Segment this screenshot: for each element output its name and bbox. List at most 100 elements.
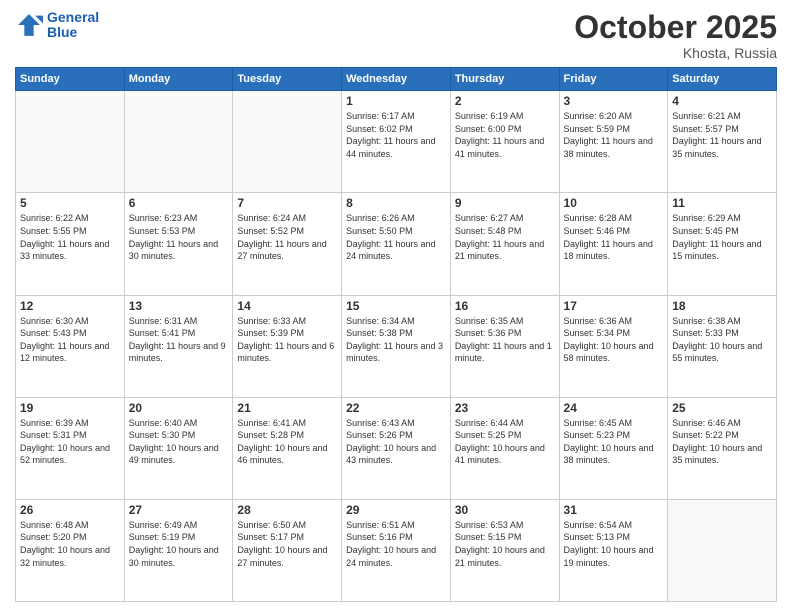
calendar-table: SundayMondayTuesdayWednesdayThursdayFrid… [15, 67, 777, 602]
calendar-day-cell: 18Sunrise: 6:38 AM Sunset: 5:33 PM Dayli… [668, 295, 777, 397]
day-number: 22 [346, 401, 446, 415]
weekday-header: Saturday [668, 68, 777, 91]
day-info: Sunrise: 6:35 AM Sunset: 5:36 PM Dayligh… [455, 315, 555, 365]
logo-line1: General [47, 9, 99, 25]
day-number: 30 [455, 503, 555, 517]
calendar-day-cell: 27 Sunrise: 6:49 AM Sunset: 5:19 PM Dayli… [124, 499, 233, 601]
calendar-day-cell: 15Sunrise: 6:34 AM Sunset: 5:38 PM Dayli… [342, 295, 451, 397]
day-number: 26 [20, 503, 120, 517]
calendar-day-cell [233, 91, 342, 193]
day-info: Sunrise: 6:27 AM Sunset: 5:48 PM Dayligh… [455, 212, 555, 262]
calendar-day-cell: 13Sunrise: 6:31 AM Sunset: 5:41 PM Dayli… [124, 295, 233, 397]
calendar-day-cell: 24Sunrise: 6:45 AM Sunset: 5:23 PM Dayli… [559, 397, 668, 499]
day-number: 27 [129, 503, 229, 517]
day-info: Sunrise: 6:17 AM Sunset: 6:02 PM Dayligh… [346, 110, 446, 160]
calendar-day-cell: 23 Sunrise: 6:44 AM Sunset: 5:25 PM Dayli… [450, 397, 559, 499]
calendar-day-cell: 21 Sunrise: 6:41 AM Sunset: 5:28 PM Dayli… [233, 397, 342, 499]
day-number: 5 [20, 196, 120, 210]
header: General Blue October 2025 Khosta, Russia [15, 10, 777, 61]
month-title: October 2025 [574, 10, 777, 45]
weekday-header: Sunday [16, 68, 125, 91]
calendar-week-row: 26 Sunrise: 6:48 AM Sunset: 5:20 PM Dayli… [16, 499, 777, 601]
calendar-day-cell: 8Sunrise: 6:26 AM Sunset: 5:50 PM Daylig… [342, 193, 451, 295]
weekday-header: Wednesday [342, 68, 451, 91]
day-number: 16 [455, 299, 555, 313]
day-info: Sunrise: 6:54 AM Sunset: 5:13 PM Dayligh… [564, 519, 664, 569]
day-number: 7 [237, 196, 337, 210]
day-number: 18 [672, 299, 772, 313]
calendar-day-cell: 10 Sunrise: 6:28 AM Sunset: 5:46 PM Dayli… [559, 193, 668, 295]
weekday-header: Tuesday [233, 68, 342, 91]
day-number: 11 [672, 196, 772, 210]
day-number: 12 [20, 299, 120, 313]
calendar-week-row: 5 Sunrise: 6:22 AM Sunset: 5:55 PM Daylig… [16, 193, 777, 295]
day-info: Sunrise: 6:43 AM Sunset: 5:26 PM Dayligh… [346, 417, 446, 467]
calendar-day-cell: 4Sunrise: 6:21 AM Sunset: 5:57 PM Daylig… [668, 91, 777, 193]
day-number: 28 [237, 503, 337, 517]
day-info: Sunrise: 6:41 AM Sunset: 5:28 PM Dayligh… [237, 417, 337, 467]
calendar-day-cell: 29Sunrise: 6:51 AM Sunset: 5:16 PM Dayli… [342, 499, 451, 601]
calendar-day-cell: 7 Sunrise: 6:24 AM Sunset: 5:52 PM Daylig… [233, 193, 342, 295]
calendar-day-cell: 16 Sunrise: 6:35 AM Sunset: 5:36 PM Dayli… [450, 295, 559, 397]
calendar-day-cell: 22 Sunrise: 6:43 AM Sunset: 5:26 PM Dayli… [342, 397, 451, 499]
calendar-day-cell: 5 Sunrise: 6:22 AM Sunset: 5:55 PM Daylig… [16, 193, 125, 295]
calendar-day-cell: 26 Sunrise: 6:48 AM Sunset: 5:20 PM Dayli… [16, 499, 125, 601]
day-info: Sunrise: 6:50 AM Sunset: 5:17 PM Dayligh… [237, 519, 337, 569]
logo-text: General Blue [47, 10, 99, 41]
logo-icon [15, 11, 43, 39]
day-number: 21 [237, 401, 337, 415]
day-info: Sunrise: 6:24 AM Sunset: 5:52 PM Dayligh… [237, 212, 337, 262]
day-info: Sunrise: 6:26 AM Sunset: 5:50 PM Dayligh… [346, 212, 446, 262]
day-info: Sunrise: 6:28 AM Sunset: 5:46 PM Dayligh… [564, 212, 664, 262]
day-info: Sunrise: 6:49 AM Sunset: 5:19 PM Dayligh… [129, 519, 229, 569]
day-number: 6 [129, 196, 229, 210]
day-number: 19 [20, 401, 120, 415]
day-number: 20 [129, 401, 229, 415]
page: General Blue October 2025 Khosta, Russia… [0, 0, 792, 612]
day-info: Sunrise: 6:36 AM Sunset: 5:34 PM Dayligh… [564, 315, 664, 365]
day-info: Sunrise: 6:39 AM Sunset: 5:31 PM Dayligh… [20, 417, 120, 467]
location-subtitle: Khosta, Russia [574, 45, 777, 61]
day-number: 25 [672, 401, 772, 415]
day-info: Sunrise: 6:44 AM Sunset: 5:25 PM Dayligh… [455, 417, 555, 467]
calendar-day-cell [16, 91, 125, 193]
day-number: 23 [455, 401, 555, 415]
calendar-day-cell [668, 499, 777, 601]
day-number: 9 [455, 196, 555, 210]
calendar-day-cell: 1 Sunrise: 6:17 AM Sunset: 6:02 PM Daylig… [342, 91, 451, 193]
day-info: Sunrise: 6:22 AM Sunset: 5:55 PM Dayligh… [20, 212, 120, 262]
day-info: Sunrise: 6:33 AM Sunset: 5:39 PM Dayligh… [237, 315, 337, 365]
calendar-day-cell: 20 Sunrise: 6:40 AM Sunset: 5:30 PM Dayli… [124, 397, 233, 499]
calendar-day-cell: 14 Sunrise: 6:33 AM Sunset: 5:39 PM Dayli… [233, 295, 342, 397]
day-number: 24 [564, 401, 664, 415]
day-info: Sunrise: 6:23 AM Sunset: 5:53 PM Dayligh… [129, 212, 229, 262]
day-number: 3 [564, 94, 664, 108]
logo-line2: Blue [47, 24, 77, 40]
weekday-header: Monday [124, 68, 233, 91]
day-info: Sunrise: 6:19 AM Sunset: 6:00 PM Dayligh… [455, 110, 555, 160]
calendar-day-cell: 9 Sunrise: 6:27 AM Sunset: 5:48 PM Daylig… [450, 193, 559, 295]
day-info: Sunrise: 6:46 AM Sunset: 5:22 PM Dayligh… [672, 417, 772, 467]
weekday-header: Friday [559, 68, 668, 91]
day-info: Sunrise: 6:29 AM Sunset: 5:45 PM Dayligh… [672, 212, 772, 262]
day-info: Sunrise: 6:40 AM Sunset: 5:30 PM Dayligh… [129, 417, 229, 467]
day-info: Sunrise: 6:48 AM Sunset: 5:20 PM Dayligh… [20, 519, 120, 569]
day-number: 13 [129, 299, 229, 313]
day-number: 31 [564, 503, 664, 517]
day-number: 1 [346, 94, 446, 108]
day-number: 14 [237, 299, 337, 313]
day-info: Sunrise: 6:21 AM Sunset: 5:57 PM Dayligh… [672, 110, 772, 160]
day-number: 2 [455, 94, 555, 108]
calendar-week-row: 1 Sunrise: 6:17 AM Sunset: 6:02 PM Daylig… [16, 91, 777, 193]
calendar-day-cell: 6 Sunrise: 6:23 AM Sunset: 5:53 PM Daylig… [124, 193, 233, 295]
calendar-day-cell [124, 91, 233, 193]
logo: General Blue [15, 10, 99, 41]
weekday-header: Thursday [450, 68, 559, 91]
calendar-day-cell: 11 Sunrise: 6:29 AM Sunset: 5:45 PM Dayli… [668, 193, 777, 295]
calendar-week-row: 19 Sunrise: 6:39 AM Sunset: 5:31 PM Dayli… [16, 397, 777, 499]
calendar-day-cell: 2 Sunrise: 6:19 AM Sunset: 6:00 PM Daylig… [450, 91, 559, 193]
calendar-week-row: 12Sunrise: 6:30 AM Sunset: 5:43 PM Dayli… [16, 295, 777, 397]
calendar-header-row: SundayMondayTuesdayWednesdayThursdayFrid… [16, 68, 777, 91]
day-number: 10 [564, 196, 664, 210]
calendar-day-cell: 31 Sunrise: 6:54 AM Sunset: 5:13 PM Dayli… [559, 499, 668, 601]
